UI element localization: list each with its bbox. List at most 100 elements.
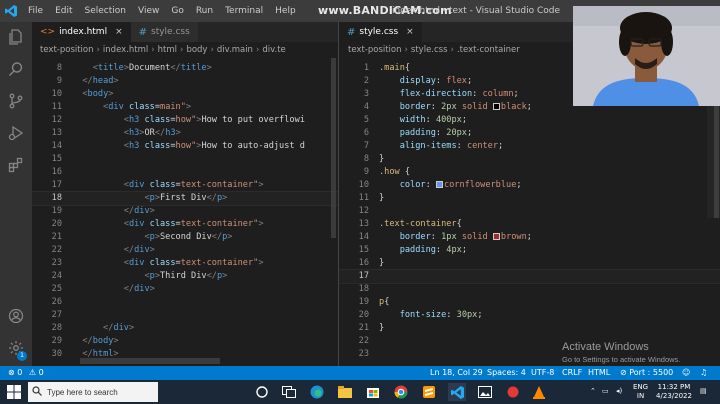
files-icon[interactable] [6,27,26,47]
code-line[interactable]: 22 </div> [32,244,338,257]
line-ending[interactable]: CRLF [562,366,582,380]
sublime-text-icon[interactable] [420,383,438,401]
code-line[interactable]: 12 <h3 class=how">How to put overflowi [32,114,338,127]
code-line[interactable]: 9 </head> [32,75,338,88]
photos-icon[interactable] [476,383,494,401]
menu-selection[interactable]: Selection [79,0,132,22]
code-line[interactable]: 25 </div> [32,283,338,296]
language-indicator[interactable]: ENG IN [633,383,648,401]
code-line[interactable]: 24 <p>Third Div</p> [32,270,338,283]
search-icon[interactable] [6,59,26,79]
left-horizontal-scrollbar[interactable] [80,358,220,364]
left-editor[interactable]: 8 <title>Document</title> 9 </head> 10 <bo… [32,58,338,366]
language-mode[interactable]: HTML [588,366,610,380]
code-line[interactable]: 15 [32,153,338,166]
code-line[interactable]: 21} [339,322,720,335]
code-line[interactable]: 17 <div class=text-container"> [32,179,338,192]
menu-run[interactable]: Run [190,0,219,22]
code-line[interactable]: 23 <div class=text-container"> [32,257,338,270]
feedback-icon[interactable]: ☺ [682,366,690,380]
run-debug-icon[interactable] [6,123,26,143]
cortana-icon[interactable] [253,383,271,401]
tab-index-html[interactable]: <> index.html × [32,22,131,42]
code-line[interactable]: 21 <p>Second Div</p> [32,231,338,244]
breadcrumb-item[interactable]: style.css [411,45,448,55]
code-line[interactable]: 15 padding: 4px; [339,244,720,257]
vlc-icon[interactable] [530,383,548,401]
code-line[interactable]: 26 [32,296,338,309]
red-app-icon[interactable] [504,383,522,401]
breadcrumb-item[interactable]: div.main [217,45,253,55]
live-server-port[interactable]: ⊘ Port : 5500 [620,366,673,380]
code-line[interactable]: 8 <title>Document</title> [32,62,338,75]
code-line[interactable]: 20 font-size: 30px; [339,309,720,322]
breadcrumb-item[interactable]: index.html [103,45,148,55]
color-swatch[interactable] [435,181,443,188]
code-line[interactable]: 19 </div> [32,205,338,218]
left-vertical-scrollbar[interactable] [331,58,336,238]
code-line[interactable]: 16 [32,166,338,179]
code-line[interactable]: 20 <div class=text-container"> [32,218,338,231]
color-swatch[interactable] [492,103,500,110]
breadcrumb-item[interactable]: html [158,45,177,55]
notifications-icon[interactable]: ♫ [700,366,707,380]
code-line[interactable]: 9 .how { [339,166,720,179]
taskbar-search-input[interactable]: Type here to search [28,382,158,402]
extensions-icon[interactable] [6,155,26,175]
breadcrumb-item[interactable]: div.te [262,45,285,55]
code-line[interactable]: 12 [339,205,720,218]
code-line[interactable]: 18 [339,283,720,296]
store-icon[interactable] [364,383,382,401]
code-line[interactable]: 5 width: 400px; [339,114,720,127]
account-icon[interactable] [6,306,26,326]
code-line[interactable]: 14 <h3 class=how">How to auto-adjust d [32,140,338,153]
encoding[interactable]: UTF-8 [531,366,554,380]
chrome-icon[interactable] [392,383,410,401]
tab-style-css[interactable]: # style.css [130,22,198,42]
menu-help[interactable]: Help [269,0,302,22]
edge-browser-icon[interactable] [308,383,326,401]
cursor-position[interactable]: Ln 18, Col 29 [430,366,483,380]
code-line[interactable]: 10 <body> [32,88,338,101]
code-line[interactable]: 13 .text-container{ [339,218,720,231]
code-line[interactable]: 8} [339,153,720,166]
tray-network-icon[interactable]: ▭ [602,387,609,396]
code-line[interactable]: 6 padding: 20px; [339,127,720,140]
close-icon[interactable]: × [115,27,123,37]
code-line[interactable]: 29 </body> [32,335,338,348]
code-line[interactable]: 16} [339,257,720,270]
source-control-icon[interactable] [6,91,26,111]
breadcrumb-item[interactable]: text-position [348,45,402,55]
breadcrumb-item[interactable]: text-position [40,45,94,55]
menu-terminal[interactable]: Terminal [219,0,269,22]
code-line[interactable]: 13 <h3>OR</h3> [32,127,338,140]
code-line[interactable]: 28 </div> [32,322,338,335]
clock[interactable]: 11:32 PM 4/23/2022 [654,383,694,401]
color-swatch[interactable] [492,233,500,240]
tray-show-hidden-icon[interactable]: ⌃ [590,387,596,396]
code-line[interactable]: 14 border: 1px solid brown; [339,231,720,244]
windows-start-icon[interactable] [5,383,23,401]
code-line[interactable]: 27 [32,309,338,322]
tray-volume-icon[interactable]: ◂) [616,387,622,396]
code-line[interactable]: 17 [339,269,720,284]
tab-style-css-right[interactable]: # style.css × [339,22,422,42]
indentation[interactable]: Spaces: 4 [487,366,526,380]
menu-file[interactable]: File [22,0,49,22]
problems-indicator[interactable]: ⊗ 0 ⚠ 0 [8,366,44,380]
close-icon[interactable]: × [406,27,414,37]
code-line[interactable]: 10 color: cornflowerblue; [339,179,720,192]
menu-go[interactable]: Go [165,0,189,22]
file-explorer-icon[interactable] [336,383,354,401]
code-line[interactable]: 18 <p>First Div</p> [32,191,338,206]
task-view-icon[interactable] [280,383,298,401]
menu-view[interactable]: View [132,0,165,22]
code-line[interactable]: 11 <div class=main"> [32,101,338,114]
code-line[interactable]: 7 align-items: center; [339,140,720,153]
code-line[interactable]: 11} [339,192,720,205]
notification-center-icon[interactable]: ▤ [700,387,707,396]
breadcrumb-item[interactable]: .text-container [457,45,520,55]
code-line[interactable]: 19 p{ [339,296,720,309]
vscode-taskbar-icon[interactable] [448,383,466,401]
breadcrumb-item[interactable]: body [186,45,207,55]
